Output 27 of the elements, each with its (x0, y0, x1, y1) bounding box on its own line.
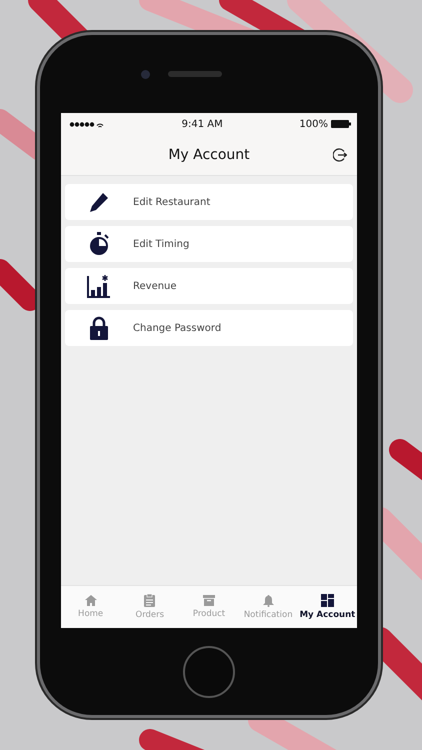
camera-icon (140, 70, 150, 78)
logout-icon[interactable] (333, 148, 347, 162)
status-time: 9:41 AM (182, 118, 223, 130)
signal-icon (69, 120, 105, 128)
menu-item[interactable]: Change Password (65, 310, 353, 346)
menu-label: Change Password (133, 322, 222, 334)
menu-item[interactable]: Edit Restaurant (65, 184, 353, 220)
tab-item[interactable]: My Account (298, 586, 358, 628)
battery-percent: 100% (299, 118, 328, 130)
home-icon (84, 595, 97, 606)
page-title: My Account (168, 147, 250, 163)
box-icon (203, 595, 215, 606)
stopwatch-icon (88, 232, 110, 256)
menu-item[interactable]: Revenue (65, 268, 353, 304)
home-button[interactable] (183, 646, 235, 698)
menu-item[interactable]: Edit Timing (65, 226, 353, 262)
menu-label: Edit Timing (133, 238, 190, 250)
menu-label: Edit Restaurant (133, 196, 210, 208)
pencil-icon (88, 191, 110, 213)
speaker-icon (168, 71, 222, 77)
menu-label: Revenue (133, 280, 177, 292)
dashboard-icon (320, 594, 334, 607)
lock-icon (89, 316, 109, 340)
bell-icon (262, 594, 274, 606)
battery-icon (330, 120, 351, 128)
clipboard-icon (144, 594, 156, 607)
bar-chart-icon (87, 274, 111, 298)
